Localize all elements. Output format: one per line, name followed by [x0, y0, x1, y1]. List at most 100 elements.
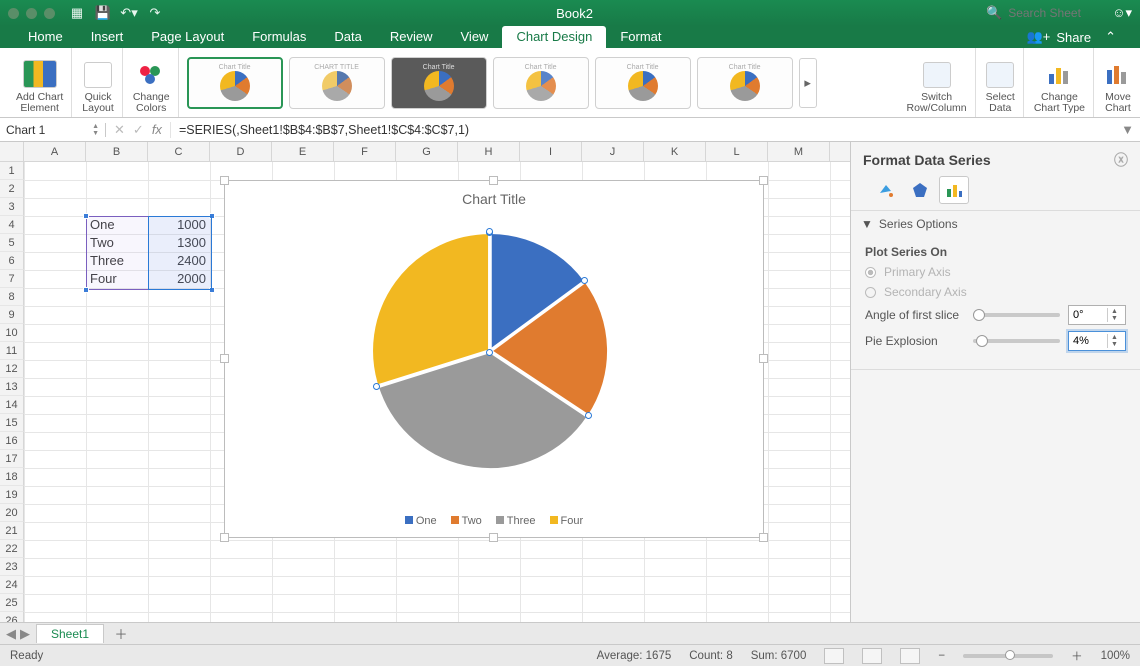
menu-home[interactable]: Home [14, 26, 77, 48]
column-header[interactable]: C [148, 142, 210, 161]
menu-view[interactable]: View [447, 26, 503, 48]
page-break-view-button[interactable] [900, 648, 920, 664]
chart-resize-handle[interactable] [489, 533, 498, 542]
search-input[interactable] [1008, 6, 1098, 20]
row-header[interactable]: 11 [0, 342, 24, 360]
undo-icon[interactable]: ↶▾ [121, 5, 137, 21]
name-box[interactable]: Chart 1 ▲▼ [0, 123, 106, 137]
row-header[interactable]: 6 [0, 252, 24, 270]
select-all-corner[interactable] [0, 142, 24, 161]
angle-spinbox[interactable]: ▲▼ [1068, 305, 1126, 325]
explosion-spinbox[interactable]: ▲▼ [1068, 331, 1126, 351]
close-window-icon[interactable] [8, 8, 19, 19]
name-box-stepper-icon[interactable]: ▲▼ [92, 123, 99, 137]
pie-selection-handle[interactable] [486, 349, 493, 356]
select-data-button[interactable]: Select Data [978, 48, 1024, 117]
column-header[interactable]: J [582, 142, 644, 161]
chart-style-5[interactable]: Chart Title [595, 57, 691, 109]
chart-resize-handle[interactable] [220, 533, 229, 542]
expand-formula-bar-icon[interactable]: ▼ [1115, 122, 1140, 137]
chart-style-4[interactable]: Chart Title [493, 57, 589, 109]
zoom-out-icon[interactable]: − [938, 650, 945, 662]
row-header[interactable]: 22 [0, 540, 24, 558]
nav-prev-icon[interactable]: ◀ [6, 626, 16, 642]
accept-formula-icon[interactable]: ✓ [133, 122, 144, 138]
column-header[interactable]: H [458, 142, 520, 161]
search-sheet[interactable]: 🔍 [986, 5, 1098, 21]
column-header[interactable]: E [272, 142, 334, 161]
row-header[interactable]: 26 [0, 612, 24, 622]
page-layout-view-button[interactable] [862, 648, 882, 664]
column-header[interactable]: G [396, 142, 458, 161]
row-header[interactable]: 13 [0, 378, 24, 396]
legend-item[interactable]: Three [496, 515, 536, 527]
column-header[interactable]: I [520, 142, 582, 161]
row-header[interactable]: 20 [0, 504, 24, 522]
explosion-slider[interactable] [973, 339, 1060, 343]
row-header[interactable]: 8 [0, 288, 24, 306]
fill-line-tab-icon[interactable] [871, 176, 901, 204]
change-chart-type-button[interactable]: Change Chart Type [1026, 48, 1094, 117]
chart-resize-handle[interactable] [489, 176, 498, 185]
chart-resize-handle[interactable] [759, 533, 768, 542]
zoom-window-icon[interactable] [44, 8, 55, 19]
share-button[interactable]: 👥+Share⌃ [1017, 26, 1126, 48]
chart-resize-handle[interactable] [759, 176, 768, 185]
close-pane-icon[interactable]: ⓧ [1114, 150, 1128, 170]
row-header[interactable]: 1 [0, 162, 24, 180]
user-icon[interactable]: ☺▾ [1112, 5, 1132, 21]
menu-formulas[interactable]: Formulas [238, 26, 320, 48]
chart-style-3[interactable]: Chart Title [391, 57, 487, 109]
normal-view-button[interactable] [824, 648, 844, 664]
row-header[interactable]: 23 [0, 558, 24, 576]
add-chart-element-button[interactable]: Add Chart Element [8, 48, 72, 117]
column-header[interactable]: A [24, 142, 86, 161]
row-header[interactable]: 9 [0, 306, 24, 324]
change-colors-button[interactable]: Change Colors [125, 48, 179, 117]
column-header[interactable]: K [644, 142, 706, 161]
chart-legend[interactable]: OneTwoThreeFour [225, 515, 763, 527]
minimize-window-icon[interactable] [26, 8, 37, 19]
zoom-in-icon[interactable]: ＋ [1071, 648, 1083, 664]
chart-title[interactable]: Chart Title [225, 191, 763, 207]
selection-handle[interactable] [83, 213, 89, 219]
autosave-icon[interactable]: ▦ [69, 5, 85, 21]
collapse-ribbon-icon[interactable]: ⌃ [1105, 29, 1116, 45]
row-header[interactable]: 2 [0, 180, 24, 198]
effects-tab-icon[interactable] [905, 176, 935, 204]
menu-page-layout[interactable]: Page Layout [137, 26, 238, 48]
selection-handle[interactable] [83, 287, 89, 293]
chart-styles-more-icon[interactable]: ▸ [799, 58, 817, 108]
row-header[interactable]: 17 [0, 450, 24, 468]
sheet-tab-active[interactable]: Sheet1 [36, 624, 104, 643]
move-chart-button[interactable]: Move Chart [1096, 48, 1140, 117]
legend-item[interactable]: Four [550, 515, 584, 527]
chart-style-2[interactable]: CHART TITLE [289, 57, 385, 109]
column-header[interactable]: D [210, 142, 272, 161]
row-header[interactable]: 4 [0, 216, 24, 234]
legend-item[interactable]: Two [451, 515, 482, 527]
row-header[interactable]: 7 [0, 270, 24, 288]
switch-row-column-button[interactable]: Switch Row/Column [899, 48, 976, 117]
series-options-section[interactable]: ▼Series Options [851, 211, 1140, 237]
redo-icon[interactable]: ↷ [147, 5, 163, 21]
row-header[interactable]: 14 [0, 396, 24, 414]
menu-format[interactable]: Format [606, 26, 675, 48]
chart-style-6[interactable]: Chart Title [697, 57, 793, 109]
menu-data[interactable]: Data [320, 26, 375, 48]
chart-object[interactable]: Chart Title OneTwoThreeFour [224, 180, 764, 538]
chart-style-1[interactable]: Chart Title [187, 57, 283, 109]
row-header[interactable]: 25 [0, 594, 24, 612]
column-header[interactable]: F [334, 142, 396, 161]
quick-layout-button[interactable]: Quick Layout [74, 48, 123, 117]
row-header[interactable]: 16 [0, 432, 24, 450]
row-header[interactable]: 5 [0, 234, 24, 252]
column-header[interactable]: M [768, 142, 830, 161]
save-icon[interactable]: 💾 [95, 5, 111, 21]
series-options-tab-icon[interactable] [939, 176, 969, 204]
angle-slider[interactable] [973, 313, 1060, 317]
nav-next-icon[interactable]: ▶ [20, 626, 30, 642]
cancel-formula-icon[interactable]: ✕ [114, 122, 125, 138]
row-header[interactable]: 21 [0, 522, 24, 540]
column-header[interactable]: B [86, 142, 148, 161]
